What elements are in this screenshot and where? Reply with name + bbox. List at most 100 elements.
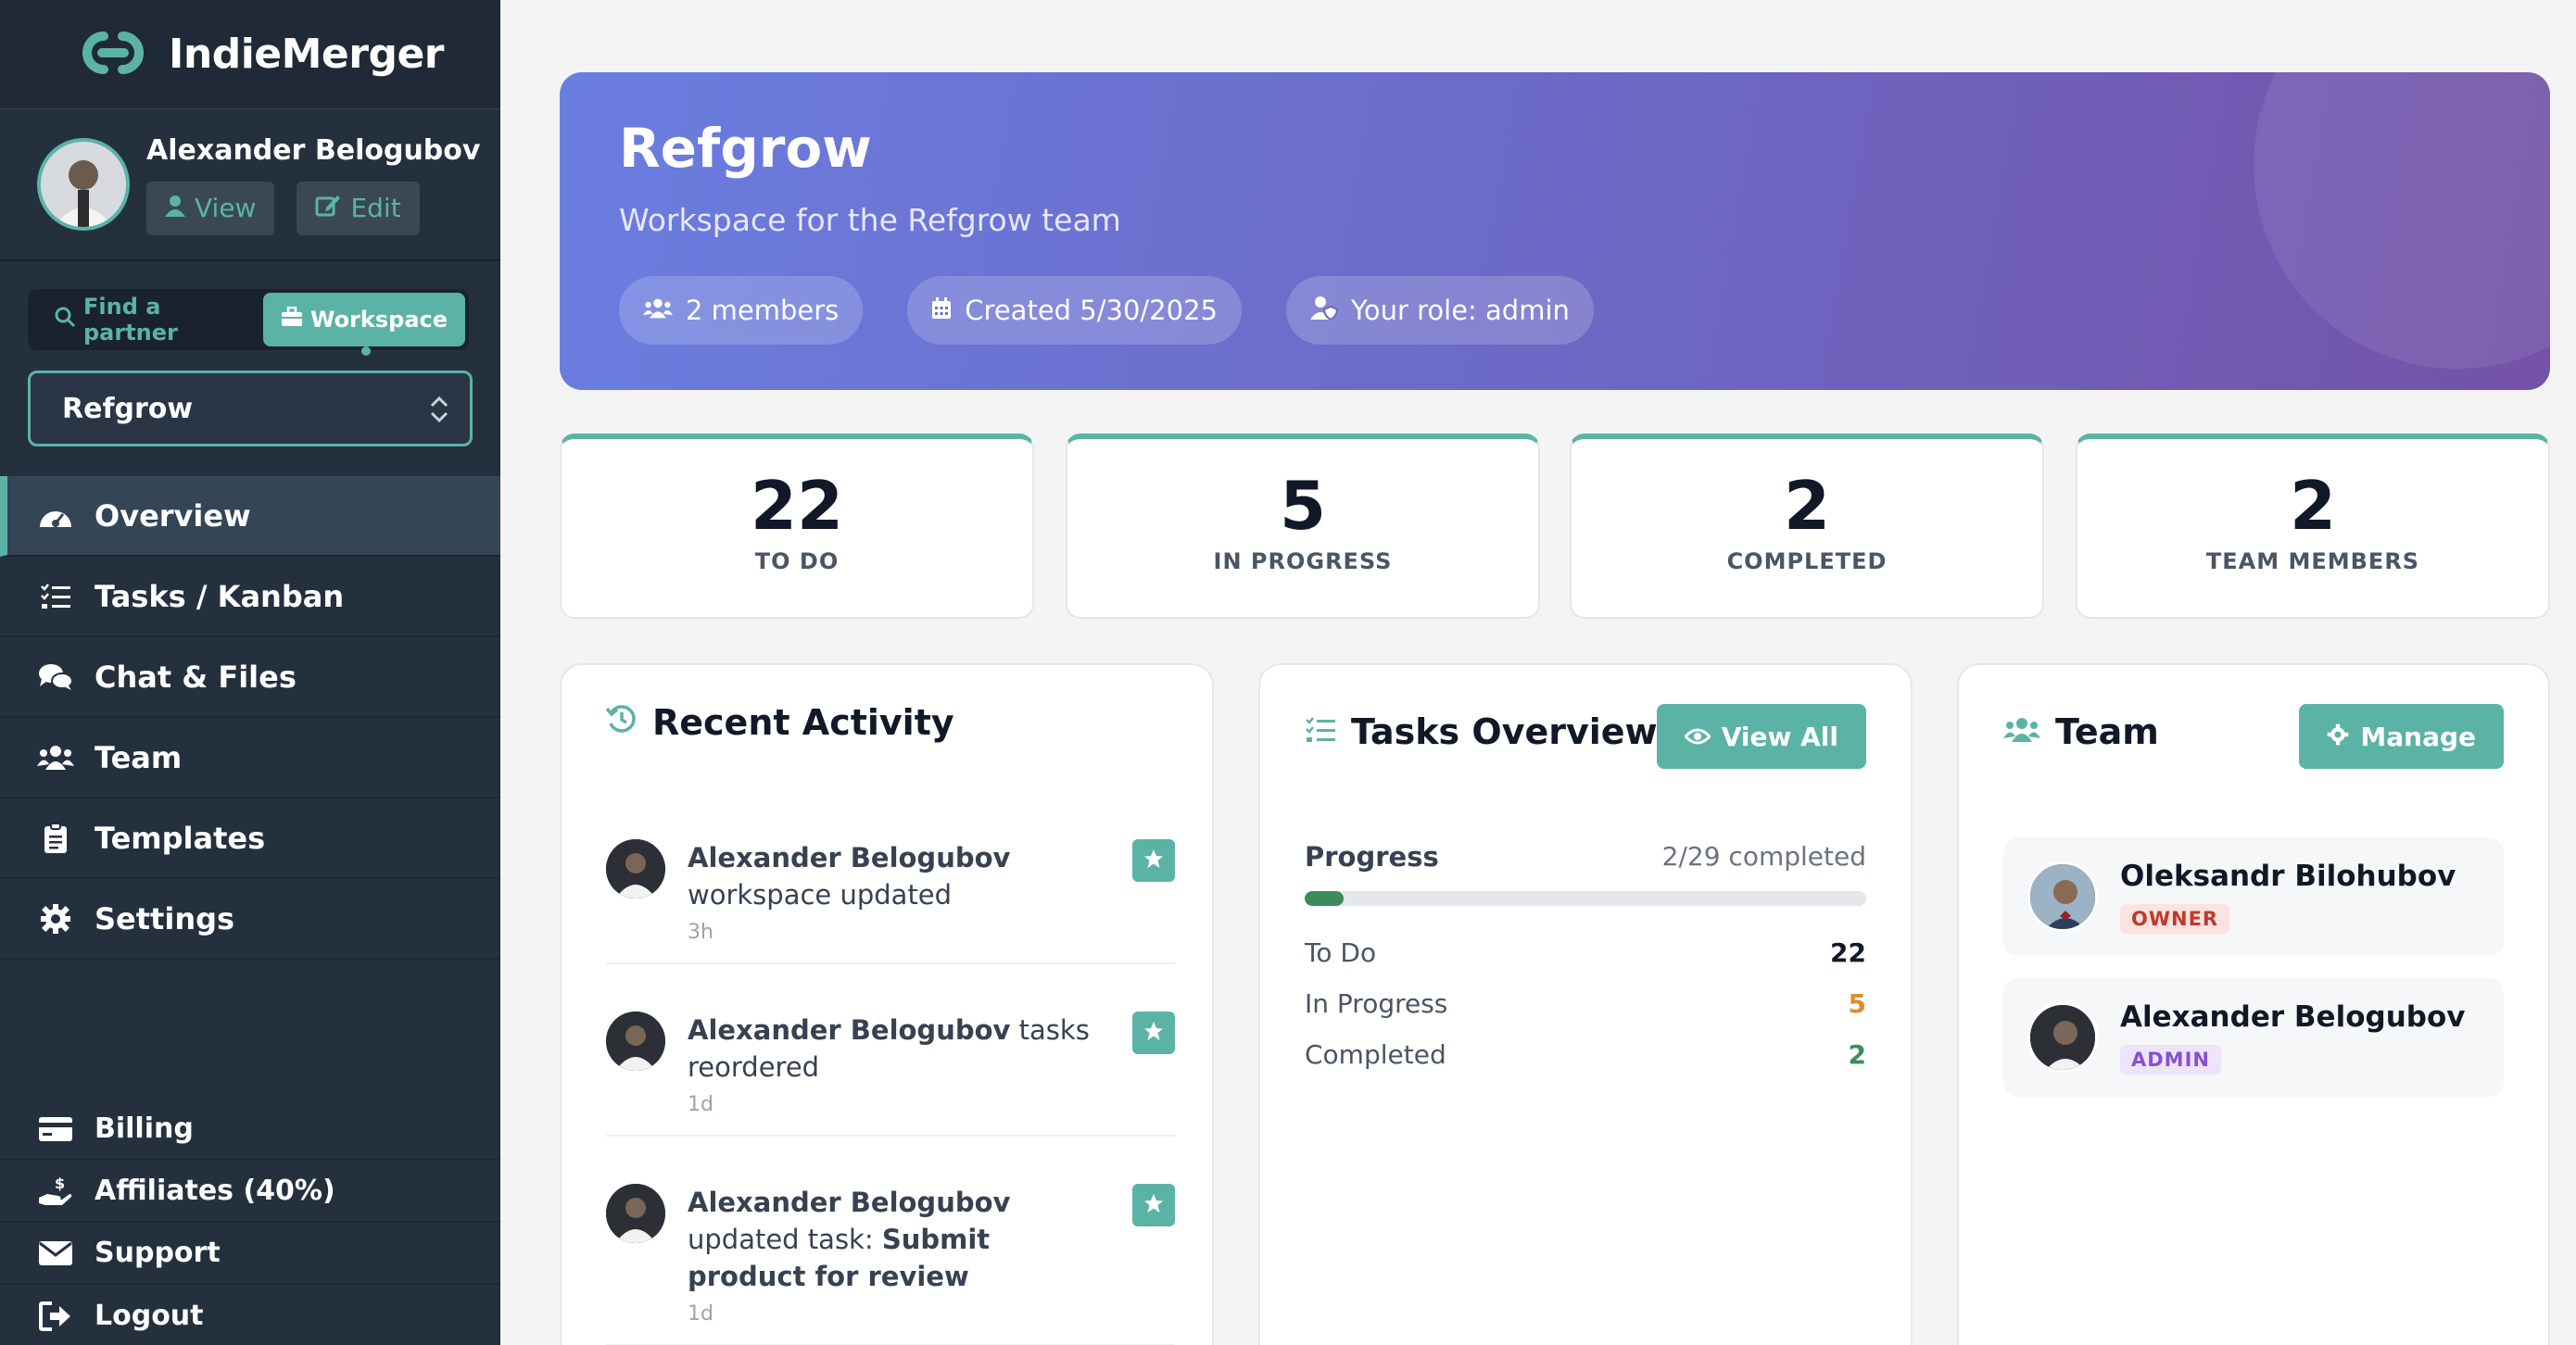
members-pill: 2 members <box>619 276 864 345</box>
star-icon <box>1143 848 1164 873</box>
stat-label: IN PROGRESS <box>1213 548 1393 574</box>
team-member-card[interactable]: Alexander Belogubov ADMIN <box>2003 978 2504 1097</box>
stat-card-team-members: 2 TEAM MEMBERS <box>2076 434 2550 619</box>
sidebar-item-label: Billing <box>95 1112 194 1145</box>
sidebar-bottom-nav: Billing $ Affiliates (40%) Support Logou… <box>0 1099 500 1345</box>
sidebar-item-billing[interactable]: Billing <box>0 1099 500 1161</box>
manage-team-button[interactable]: Manage <box>2299 704 2504 769</box>
team-title: Team <box>2003 711 2159 752</box>
members-count: 2 members <box>686 295 840 326</box>
stat-value: 22 <box>750 467 844 545</box>
brand-header[interactable]: IndieMerger <box>0 0 500 109</box>
task-stat-row: To Do 22 <box>1305 937 1866 968</box>
sidebar-item-tasks[interactable]: Tasks / Kanban <box>0 557 500 637</box>
sidebar-item-label: Settings <box>95 900 235 936</box>
star-button[interactable] <box>1132 839 1175 882</box>
credit-card-icon <box>37 1111 74 1148</box>
activity-item: Alexander Belogubov tasks reordered 1d <box>606 1012 1175 1137</box>
progress-fill <box>1305 891 1344 906</box>
star-icon <box>1143 1193 1164 1217</box>
chat-icon <box>37 659 74 696</box>
user-shield-icon <box>1309 295 1338 326</box>
role-badge: ADMIN <box>2120 1045 2221 1075</box>
progress-label: Progress <box>1305 841 1439 873</box>
mode-toggle: Find a partner Workspace <box>28 289 469 350</box>
star-button[interactable] <box>1132 1184 1175 1226</box>
tasks-overview-title-text: Tasks Overview <box>1351 711 1658 752</box>
view-profile-button[interactable]: View <box>146 181 275 235</box>
calendar-icon <box>931 295 952 326</box>
workspace-select[interactable]: Refgrow <box>28 371 473 446</box>
role-badge: OWNER <box>2120 904 2230 934</box>
sidebar-item-overview[interactable]: Overview <box>0 476 500 557</box>
tasks-icon <box>37 578 74 615</box>
activity-item: Alexander Belogubov updated task: Submit… <box>606 1184 1175 1345</box>
workspace-header: Refgrow Workspace for the Refgrow team 2… <box>560 72 2550 390</box>
activity-text: Alexander Belogubov tasks reordered <box>688 1012 1095 1086</box>
task-stat-label: Completed <box>1305 1039 1446 1070</box>
gear-icon <box>2327 722 2349 752</box>
stat-card-todo: 22 TO DO <box>560 434 1034 619</box>
workspace-label: Workspace <box>309 307 448 333</box>
view-all-button[interactable]: View All <box>1656 704 1866 769</box>
envelope-icon <box>37 1235 74 1272</box>
sidebar-item-chat[interactable]: Chat & Files <box>0 637 500 718</box>
manage-label: Manage <box>2360 721 2476 752</box>
created-pill: Created 5/30/2025 <box>907 276 1242 345</box>
activity-user[interactable]: Alexander Belogubov <box>688 1014 1010 1046</box>
task-stat-value: 2 <box>1848 1039 1866 1070</box>
star-button[interactable] <box>1132 1012 1175 1054</box>
brand-name: IndieMerger <box>169 31 444 78</box>
edit-profile-button[interactable]: Edit <box>297 181 420 235</box>
sidebar-item-settings[interactable]: Settings <box>0 879 500 960</box>
avatar <box>2027 1002 2098 1073</box>
role-pill: Your role: admin <box>1285 276 1594 345</box>
task-stat-value: 22 <box>1830 937 1866 968</box>
sidebar-item-label: Tasks / Kanban <box>95 578 345 614</box>
member-name: Oleksandr Bilohubov <box>2120 860 2456 893</box>
activity-action: workspace updated <box>688 879 953 911</box>
find-partner-label: Find a partner <box>83 294 178 346</box>
users-icon <box>643 295 673 326</box>
tasks-icon <box>1305 711 1336 752</box>
sidebar-item-affiliates[interactable]: $ Affiliates (40%) <box>0 1161 500 1223</box>
recent-activity-title: Recent Activity <box>605 702 954 743</box>
activity-item: Alexander Belogubov workspace updated 3h <box>606 839 1175 964</box>
sidebar-item-label: Affiliates (40%) <box>95 1175 335 1207</box>
task-stat-label: To Do <box>1305 937 1377 968</box>
users-icon <box>2003 711 2040 752</box>
activity-time: 1d <box>688 1093 713 1116</box>
tasks-overview-panel: Tasks Overview View All Progress 2/29 co… <box>1258 663 1913 1345</box>
workspace-tab[interactable]: Workspace <box>263 293 465 346</box>
sidebar-item-label: Chat & Files <box>95 659 297 695</box>
sidebar: IndieMerger Alexander Belogubov View Edi… <box>0 0 500 1345</box>
find-partner-tab[interactable]: Find a partner <box>32 293 263 346</box>
sidebar-item-team[interactable]: Team <box>0 718 500 798</box>
progress-bar <box>1305 891 1866 906</box>
stat-label: COMPLETED <box>1726 548 1888 574</box>
edit-icon <box>315 193 341 223</box>
task-stat-row: In Progress 5 <box>1305 988 1866 1019</box>
stat-card-in-progress: 5 IN PROGRESS <box>1066 434 1540 619</box>
workspace-title: Refgrow <box>619 117 872 180</box>
decorative-circle <box>2254 72 2550 369</box>
eye-icon <box>1683 722 1711 752</box>
activity-user[interactable]: Alexander Belogubov <box>688 842 1010 874</box>
activity-user[interactable]: Alexander Belogubov <box>688 1187 1010 1218</box>
profile-name: Alexander Belogubov <box>146 133 481 167</box>
sidebar-item-support[interactable]: Support <box>0 1223 500 1285</box>
search-icon <box>54 306 76 333</box>
sidebar-item-logout[interactable]: Logout <box>0 1285 500 1345</box>
sidebar-item-templates[interactable]: Templates <box>0 798 500 879</box>
hand-dollar-icon: $ <box>37 1173 74 1210</box>
recent-activity-panel: Recent Activity Alexander Belogubov work… <box>560 663 1214 1345</box>
avatar[interactable] <box>37 138 130 231</box>
team-member-card[interactable]: Oleksandr Bilohubov OWNER <box>2003 837 2504 956</box>
sidebar-item-label: Support <box>95 1237 221 1269</box>
divider <box>606 962 1175 964</box>
logo-icon <box>76 25 150 84</box>
task-stat-label: In Progress <box>1305 988 1448 1019</box>
clipboard-icon <box>37 820 74 857</box>
stat-value: 2 <box>2289 467 2337 545</box>
dashboard-icon <box>37 497 74 534</box>
